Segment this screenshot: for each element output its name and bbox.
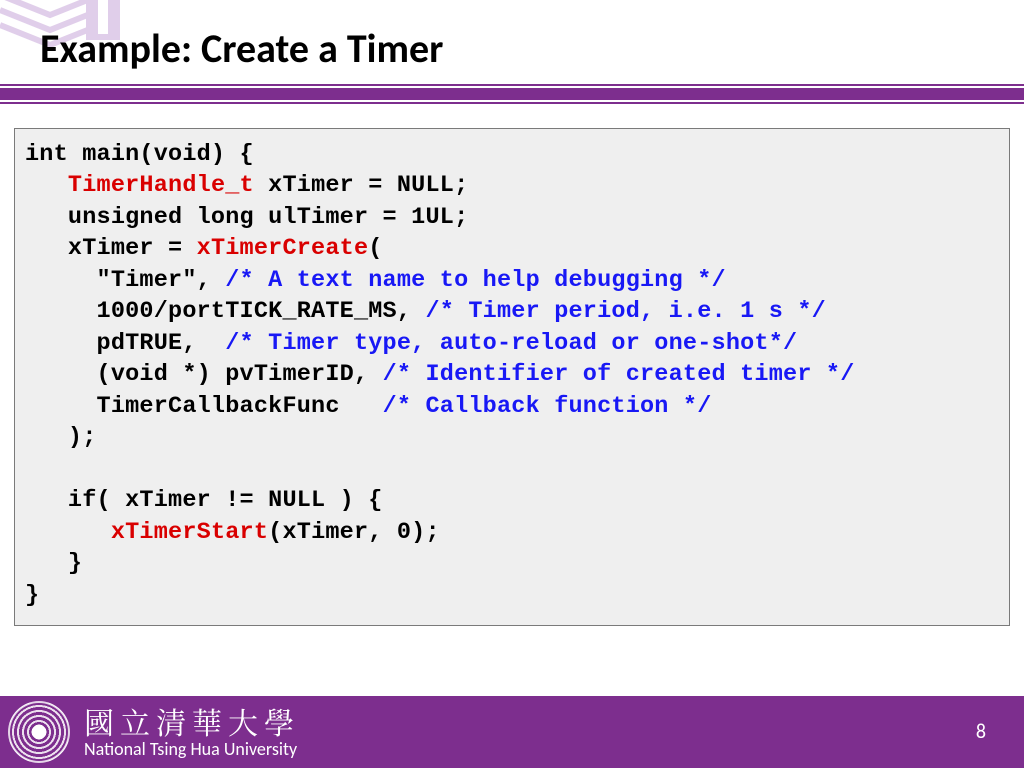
code-line: if( xTimer != NULL ) { xyxy=(25,487,383,514)
code-line: TimerHandle_t xTimer = NULL; xyxy=(25,172,468,199)
func-call: xTimerCreate xyxy=(197,235,369,262)
code-block: int main(void) { TimerHandle_t xTimer = … xyxy=(14,128,1010,626)
code-line: int main(void) { xyxy=(25,141,254,168)
code-line: } xyxy=(25,550,82,577)
code-line: TimerCallbackFunc /* Callback function *… xyxy=(25,393,712,420)
code-line: pdTRUE, /* Timer type, auto-reload or on… xyxy=(25,330,797,357)
university-name-en: National Tsing Hua University xyxy=(84,740,300,760)
code-line: "Timer", /* A text name to help debuggin… xyxy=(25,267,726,294)
code-line: (void *) pvTimerID, /* Identifier of cre… xyxy=(25,361,855,388)
comment: /* A text name to help debugging */ xyxy=(225,267,726,294)
func-call: xTimerStart xyxy=(111,519,268,546)
slide-footer: 國立清華大學 National Tsing Hua University 8 xyxy=(0,696,1024,768)
code-line: xTimer = xTimerCreate( xyxy=(25,235,383,262)
university-name-cn: 國立清華大學 xyxy=(84,705,300,738)
code-line: } xyxy=(25,582,39,609)
comment: /* Identifier of created timer */ xyxy=(383,361,855,388)
comment: /* Callback function */ xyxy=(383,393,712,420)
comment: /* Timer type, auto-reload or one-shot*/ xyxy=(225,330,797,357)
university-name: 國立清華大學 National Tsing Hua University xyxy=(84,705,300,760)
code-line: ); xyxy=(25,424,97,451)
code-line: xTimerStart(xTimer, 0); xyxy=(25,519,440,546)
type-keyword: TimerHandle_t xyxy=(68,172,254,199)
comment: /* Timer period, i.e. 1 s */ xyxy=(425,298,825,325)
university-seal-icon xyxy=(8,701,70,763)
code-line: unsigned long ulTimer = 1UL; xyxy=(25,204,468,231)
slide-title: Example: Create a Timer xyxy=(40,24,443,73)
page-number: 8 xyxy=(976,720,986,744)
title-underline xyxy=(0,86,1024,102)
code-line: 1000/portTICK_RATE_MS, /* Timer period, … xyxy=(25,298,826,325)
